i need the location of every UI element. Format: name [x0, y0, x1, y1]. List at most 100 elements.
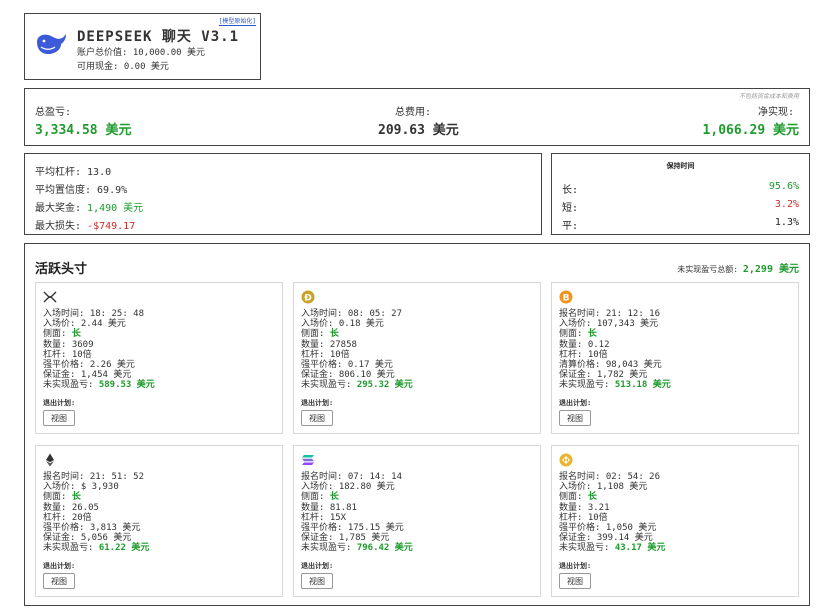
account-value: 账户总价值: 10,000.00 美元 [77, 48, 206, 58]
max-loss-label: 最大损失: [35, 221, 88, 232]
view-button[interactable]: 视图 [559, 573, 591, 589]
entry-price: 入场价: 2.44 美元 [43, 319, 126, 330]
unrealized-pnl: 未实现盈亏: 61.22 美元 [43, 543, 149, 553]
view-button[interactable]: 视图 [43, 410, 75, 426]
available-cash: 可用现金: 0.00 美元 [77, 62, 169, 72]
hold-short: 短: 3.2% [562, 199, 799, 214]
side: 侧面: 长 [43, 329, 155, 339]
model-header: [模型原始化] DEEPSEEK 聊天 V3.1 账户总价值: 10,000.0… [24, 13, 261, 80]
entry-time: 入场时间: 18: 25: 48 [43, 309, 145, 319]
entry-price: 入场价: $ 3,930 [43, 482, 119, 493]
unrealized-pnl-label: 未实现盈亏: [43, 543, 99, 554]
hold-short-label: 短: [562, 203, 579, 214]
hold-short-value: 3.2% [774, 199, 799, 210]
exit-plan-label: 退出计划: [43, 562, 76, 570]
total-unrealized: 未实现盈亏总额: 2,299 美元 [677, 260, 799, 275]
total-pnl-value: 3,334.58 美元 [35, 123, 132, 138]
margin: 保证金: 1,454 美元 [43, 370, 132, 381]
max-loss: 最大损失: -$749.17 [35, 217, 135, 232]
side-label: 侧面: [43, 492, 72, 503]
view-button[interactable]: 视图 [559, 410, 591, 426]
total-fees-label: 总费用: [395, 107, 432, 118]
margin: 保证金: 399.14 美元 [559, 533, 653, 544]
quantity: 数量: 0.12 [559, 339, 610, 350]
net-realized-label: 净实现: [757, 107, 794, 118]
bnb-icon [559, 453, 573, 467]
leverage: 杠杆: 10倍 [559, 349, 608, 360]
side-value: 长 [329, 492, 339, 503]
exit-plan-label: 退出计划: [301, 562, 334, 570]
hold-times: 保持时间 长: 95.6% 短: 3.2% 平: 1.3% [551, 153, 810, 235]
view-button[interactable]: 视图 [301, 410, 333, 426]
deepseek-whale-icon [37, 34, 66, 54]
max-loss-value: -$749.17 [87, 221, 136, 232]
avg-leverage: 平均杠杆: 13.0 [35, 167, 112, 178]
hold-flat-value: 1.3% [774, 217, 799, 228]
unrealized-pnl-value: 796.42 美元 [356, 543, 413, 554]
hold-flat: 平: 1.3% [562, 217, 799, 232]
side-label: 侧面: [559, 329, 588, 340]
entry-price: 入场价: 107,343 美元 [559, 319, 659, 330]
entry-time: 报名时间: 07: 14: 14 [301, 472, 403, 482]
liquidation-price: 强平价格: 3,813 美元 [43, 523, 141, 534]
unrealized-pnl-value: 513.18 美元 [614, 380, 671, 391]
unrealized-pnl: 未实现盈亏: 43.17 美元 [559, 543, 665, 553]
total-unrealized-value: 2,299 美元 [742, 264, 799, 275]
exit-plan-label: 退出计划: [559, 399, 592, 407]
unrealized-pnl-label: 未实现盈亏: [559, 543, 615, 554]
hold-times-title: 保持时间 [666, 162, 695, 170]
liquidation-price: 强平价格: 1,050 美元 [559, 523, 657, 534]
total-fees-value: 209.63 美元 [378, 123, 459, 138]
model-title: DEEPSEEK 聊天 V3.1 [77, 29, 240, 45]
quantity: 数量: 81.81 [301, 502, 357, 513]
exit-plan-label: 退出计划: [301, 399, 334, 407]
quantity: 数量: 26.05 [43, 502, 99, 513]
leverage: 杠杆: 10倍 [301, 349, 350, 360]
liquidation-price: 强平价格: 2.26 美元 [43, 360, 135, 371]
margin: 保证金: 1,782 美元 [559, 370, 648, 381]
side-label: 侧面: [43, 329, 72, 340]
unrealized-pnl: 未实现盈亏: 589.53 美元 [43, 380, 155, 390]
max-win-value: 1,490 美元 [87, 203, 144, 214]
leverage: 杠杆: 10倍 [559, 512, 608, 523]
unrealized-pnl-label: 未实现盈亏: [43, 380, 99, 391]
hold-long-value: 95.6% [768, 181, 799, 192]
side-value: 长 [71, 492, 81, 503]
liquidation-price: 强平价格: 0.17 美元 [301, 360, 393, 371]
unrealized-pnl-value: 61.22 美元 [98, 543, 150, 554]
total-unrealized-label: 未实现盈亏总额: [677, 265, 743, 274]
entry-price: 入场价: 0.18 美元 [301, 319, 384, 330]
side: 侧面: 长 [301, 329, 413, 339]
quantity: 数量: 27858 [301, 339, 357, 350]
exit-plan-label: 退出计划: [559, 562, 592, 570]
side-label: 侧面: [301, 329, 330, 340]
side-label: 侧面: [559, 492, 588, 503]
svg-text:B: B [563, 294, 570, 304]
liquidation-price: 强平价格: 175.15 美元 [301, 523, 404, 534]
quantity: 数量: 3609 [43, 339, 94, 350]
view-button[interactable]: 视图 [301, 573, 333, 589]
positions-title: 活跃头寸 [35, 262, 88, 277]
solana-icon [302, 455, 314, 465]
view-button[interactable]: 视图 [43, 573, 75, 589]
xrp-icon [43, 291, 57, 303]
unrealized-pnl-label: 未实现盈亏: [301, 543, 357, 554]
unrealized-pnl-value: 43.17 美元 [614, 543, 666, 554]
side-value: 长 [587, 492, 597, 503]
unrealized-pnl-label: 未实现盈亏: [559, 380, 615, 391]
side: 侧面: 长 [559, 329, 671, 339]
leverage: 杠杆: 15X [301, 512, 347, 523]
exit-plan-label: 退出计划: [43, 399, 76, 407]
unrealized-pnl-value: 589.53 美元 [98, 380, 155, 391]
hold-long-label: 长: [562, 185, 579, 196]
entry-price: 入场价: 1,108 美元 [559, 482, 648, 493]
svg-text:Ð: Ð [304, 294, 312, 304]
unrealized-pnl: 未实现盈亏: 295.32 美元 [301, 380, 413, 390]
entry-time: 报名时间: 21: 51: 52 [43, 472, 145, 482]
position-card-btc: B 报名时间: 21: 12: 16 入场价: 107,343 美元 侧面: 长… [551, 282, 799, 434]
unrealized-pnl-value: 295.32 美元 [356, 380, 413, 391]
margin: 保证金: 806.10 美元 [301, 370, 395, 381]
model-tag-link[interactable]: [模型原始化] [218, 16, 256, 26]
hold-flat-label: 平: [562, 221, 579, 232]
active-positions: 活跃头寸 未实现盈亏总额: 2,299 美元 入场时间: 18: 25: 48 … [24, 243, 810, 606]
